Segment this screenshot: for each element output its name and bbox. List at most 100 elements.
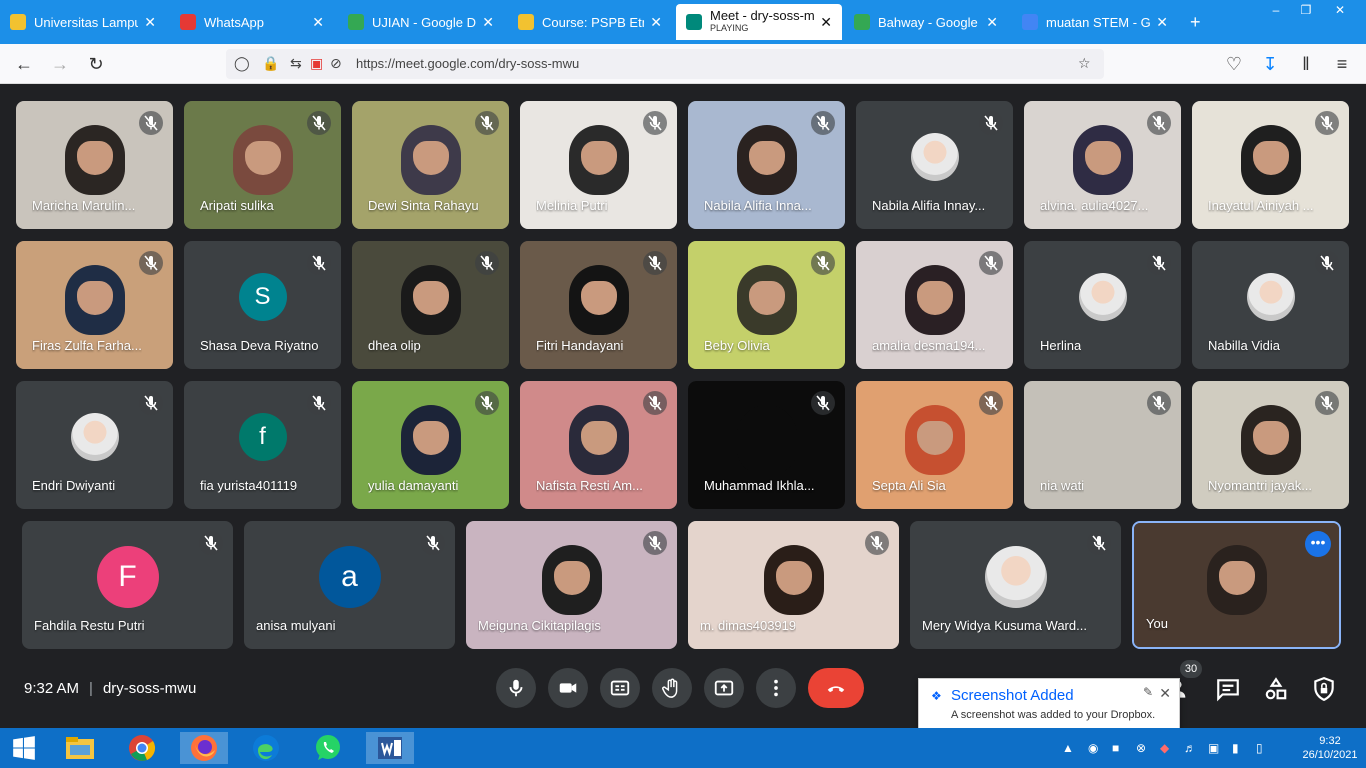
close-tab-icon[interactable]: ✕: [312, 14, 324, 31]
video-figure: [763, 544, 824, 615]
taskbar-chrome[interactable]: [118, 732, 166, 764]
mic-tray-icon[interactable]: ◉: [1088, 741, 1098, 755]
participant-tile[interactable]: Dewi Sinta Rahayu: [352, 101, 509, 229]
permissions-icon[interactable]: ⇆: [290, 55, 302, 72]
close-tab-icon[interactable]: ✕: [1156, 14, 1168, 31]
muted-mic-icon: [475, 391, 499, 415]
pin-icon[interactable]: ✎: [1143, 685, 1153, 699]
microphone-button[interactable]: [496, 668, 536, 708]
participant-tile[interactable]: alvina. aulia4027...: [1024, 101, 1181, 229]
participant-tile[interactable]: amalia desma194...: [856, 241, 1013, 369]
participant-tile[interactable]: m. dimas403919: [688, 521, 899, 649]
shield-icon[interactable]: ◯: [234, 55, 250, 72]
bluetooth-tray-icon[interactable]: ⊗: [1136, 741, 1146, 755]
microphone-blocked-icon[interactable]: ⊘: [330, 55, 342, 72]
taskbar-word[interactable]: [366, 732, 414, 764]
participant-tile[interactable]: Melinia Putri: [520, 101, 677, 229]
participant-tile[interactable]: Nabilla Vidia: [1192, 241, 1349, 369]
participant-avatar: F: [96, 546, 159, 609]
google-drive-tray-icon[interactable]: ▲: [1062, 741, 1074, 755]
participant-tile[interactable]: Maricha Marulin...: [16, 101, 173, 229]
close-tab-icon[interactable]: ✕: [820, 14, 832, 31]
library-icon[interactable]: ‖: [1294, 52, 1318, 76]
raise-hand-button[interactable]: [652, 668, 692, 708]
participant-tile[interactable]: Beby Olivia: [688, 241, 845, 369]
tab-0[interactable]: Universitas Lampung ✕: [0, 6, 166, 38]
participant-tile[interactable]: Meiguna Cikitapilagis: [466, 521, 677, 649]
dropbox-tray-icon[interactable]: ◆: [1160, 741, 1169, 755]
participant-tile[interactable]: Septa Ali Sia: [856, 381, 1013, 509]
taskbar-clock[interactable]: 9:32 26/10/2021: [1298, 734, 1362, 762]
participant-tile[interactable]: f fia yurista401119: [184, 381, 341, 509]
participant-tile[interactable]: Aripati sulika: [184, 101, 341, 229]
more-options-button[interactable]: [756, 668, 796, 708]
leave-call-button[interactable]: [808, 668, 864, 708]
address-bar[interactable]: ◯ 🔒 ⇆ ▣ ⊘ https://meet.google.com/dry-so…: [226, 49, 1104, 79]
bookmark-star-icon[interactable]: ☆: [1078, 55, 1091, 72]
tab-5[interactable]: Bahway - Google Ma ✕: [844, 6, 1008, 38]
close-notification-icon[interactable]: ✕: [1159, 685, 1171, 702]
participant-tile[interactable]: Firas Zulfa Farha...: [16, 241, 173, 369]
tab-4[interactable]: Meet - dry-soss-mwuPLAYING ✕: [676, 4, 842, 40]
participant-tile[interactable]: dhea olip: [352, 241, 509, 369]
dropbox-notification[interactable]: ❖ Screenshot Added A screenshot was adde…: [918, 678, 1180, 730]
start-button[interactable]: [0, 732, 48, 764]
taskbar-firefox[interactable]: [180, 732, 228, 764]
participant-tile[interactable]: a anisa mulyani: [244, 521, 455, 649]
downloads-icon[interactable]: ↧: [1258, 52, 1282, 76]
participant-tile[interactable]: Endri Dwiyanti: [16, 381, 173, 509]
captions-button[interactable]: [600, 668, 640, 708]
participant-tile[interactable]: yulia damayanti: [352, 381, 509, 509]
camera-tray-icon[interactable]: ■: [1112, 741, 1119, 755]
volume-tray-icon[interactable]: ♬: [1184, 741, 1196, 755]
menu-icon[interactable]: ≡: [1330, 52, 1354, 76]
new-tab-button[interactable]: +: [1190, 12, 1201, 33]
participant-avatar: a: [318, 546, 381, 609]
close-window-button[interactable]: ✕: [1322, 0, 1358, 22]
present-screen-button[interactable]: [704, 668, 744, 708]
maximize-button[interactable]: ❐: [1288, 0, 1324, 22]
participant-tile[interactable]: Muhammad Ikhla...: [688, 381, 845, 509]
back-button[interactable]: ←: [12, 52, 36, 76]
signal-tray-icon[interactable]: ▮: [1232, 741, 1239, 755]
self-tile[interactable]: ••• You: [1132, 521, 1341, 649]
camera-button[interactable]: [548, 668, 588, 708]
participant-tile[interactable]: Nyomantri jayak...: [1192, 381, 1349, 509]
tab-1[interactable]: WhatsApp ✕: [170, 6, 334, 38]
participant-tile[interactable]: Nabila Alifia Inna...: [688, 101, 845, 229]
lock-icon[interactable]: 🔒: [262, 55, 279, 72]
participant-tile[interactable]: Mery Widya Kusuma Ward...: [910, 521, 1121, 649]
self-options-button[interactable]: •••: [1305, 531, 1331, 557]
participant-tile[interactable]: Nafista Resti Am...: [520, 381, 677, 509]
close-tab-icon[interactable]: ✕: [144, 14, 156, 31]
host-controls-button[interactable]: [1311, 676, 1337, 702]
forward-button[interactable]: →: [48, 52, 72, 76]
close-tab-icon[interactable]: ✕: [986, 14, 998, 31]
muted-mic-icon: [307, 251, 331, 275]
pocket-icon[interactable]: ♡: [1222, 52, 1246, 76]
participant-tile[interactable]: nia wati: [1024, 381, 1181, 509]
close-tab-icon[interactable]: ✕: [650, 14, 662, 31]
tab-label: WhatsApp: [204, 14, 264, 30]
participant-tile[interactable]: Nabila Alifia Innay...: [856, 101, 1013, 229]
folder-icon: [66, 737, 94, 759]
network-tray-icon[interactable]: ▣: [1208, 741, 1219, 755]
chat-button[interactable]: [1215, 676, 1241, 702]
taskbar-file-explorer[interactable]: [56, 732, 104, 764]
activities-button[interactable]: [1263, 676, 1289, 702]
close-tab-icon[interactable]: ✕: [482, 14, 494, 31]
tab-6[interactable]: muatan STEM - Goog ✕: [1012, 6, 1178, 38]
participant-tile[interactable]: F Fahdila Restu Putri: [22, 521, 233, 649]
reload-button[interactable]: ↻: [84, 52, 108, 76]
taskbar-edge[interactable]: [242, 732, 290, 764]
camera-active-icon[interactable]: ▣: [310, 55, 323, 72]
tab-3[interactable]: Course: PSPB Etnosai ✕: [508, 6, 672, 38]
tab-label: Universitas Lampung: [34, 14, 139, 30]
taskbar-whatsapp[interactable]: [304, 732, 352, 764]
battery-tray-icon[interactable]: ▯: [1256, 741, 1263, 755]
participant-tile[interactable]: Inayatul Ainiyah ...: [1192, 101, 1349, 229]
participant-tile[interactable]: Herlina: [1024, 241, 1181, 369]
participant-tile[interactable]: Fitri Handayani: [520, 241, 677, 369]
participant-tile[interactable]: S Shasa Deva Riyatno: [184, 241, 341, 369]
tab-2[interactable]: UJIAN - Google Drive ✕: [338, 6, 504, 38]
